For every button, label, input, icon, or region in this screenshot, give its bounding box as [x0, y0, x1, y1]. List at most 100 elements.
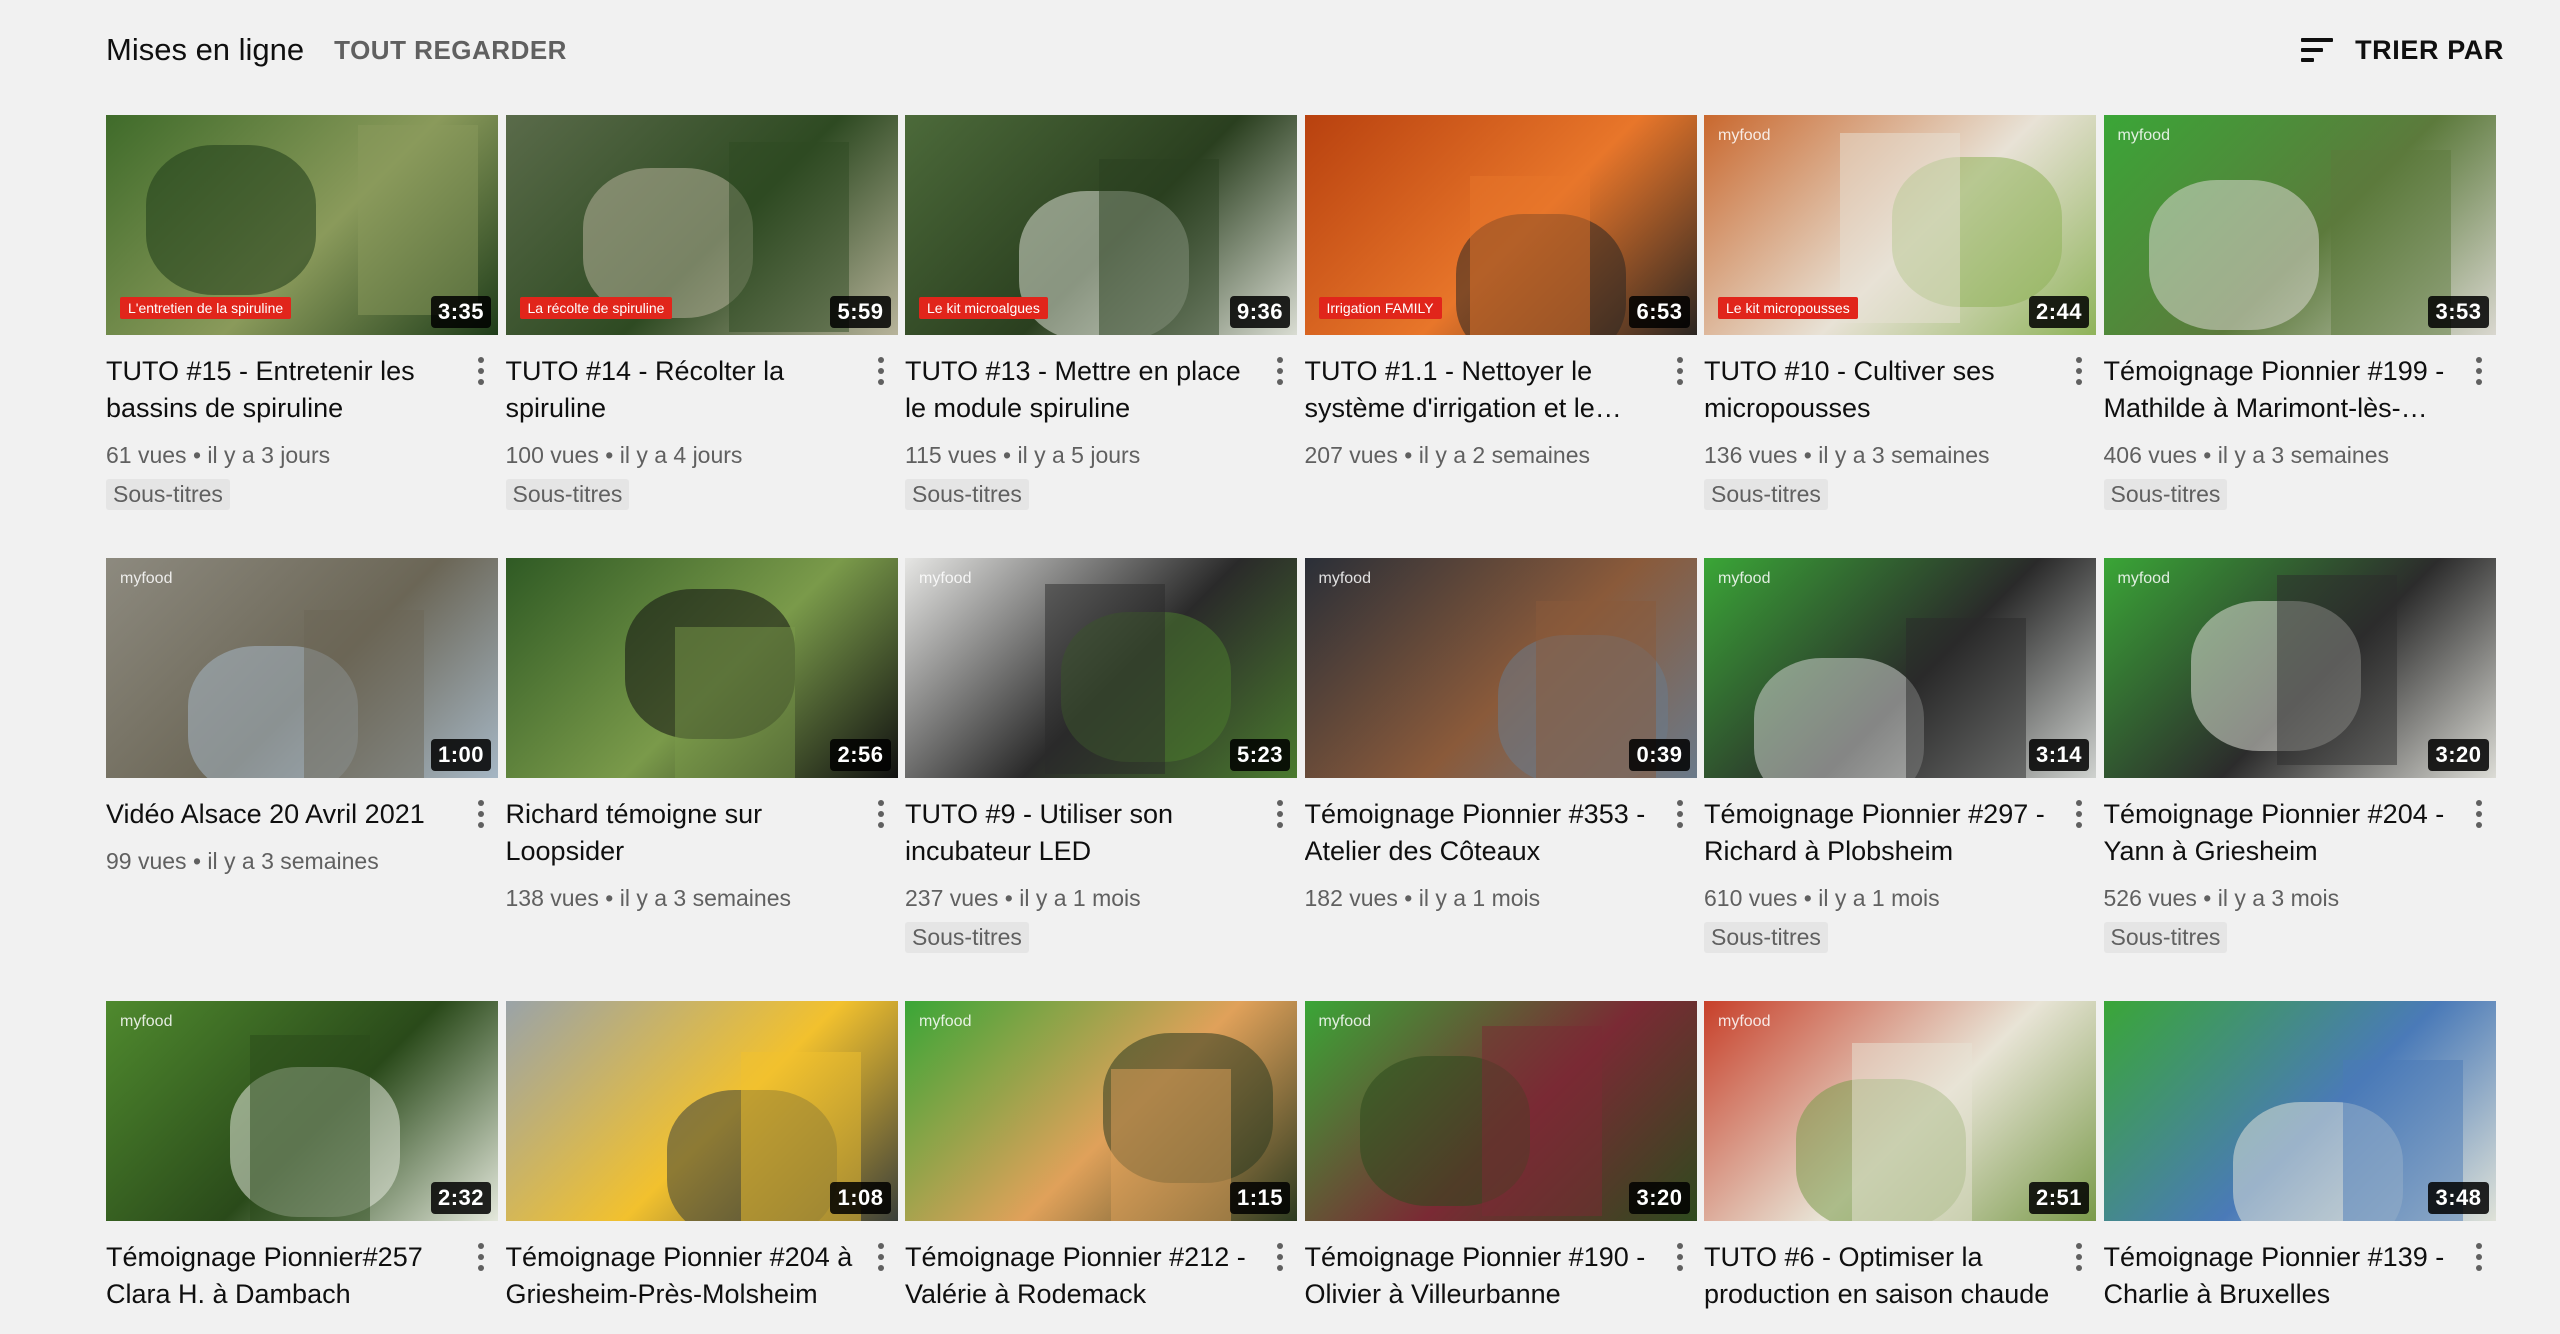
- more-options-icon[interactable]: [1277, 1243, 1283, 1271]
- video-title[interactable]: Vidéo Alsace 20 Avril 2021: [106, 796, 458, 833]
- more-options-icon[interactable]: [478, 800, 484, 828]
- stats-separator: •: [1397, 885, 1419, 911]
- view-count: 207 vues: [1304, 442, 1398, 468]
- video-card[interactable]: L'entretien de la spiruline 3:35 TUTO #1…: [106, 115, 498, 558]
- video-thumbnail[interactable]: myfood 1:15: [905, 1001, 1297, 1221]
- video-title[interactable]: Témoignage Pionnier #204 à Griesheim-Prè…: [506, 1239, 858, 1313]
- video-card[interactable]: myfood 2:51 TUTO #6 - Optimiser la produ…: [1704, 1001, 2096, 1309]
- video-thumbnail[interactable]: myfood Le kit micropousses 2:44: [1704, 115, 2096, 335]
- stats-separator: •: [186, 442, 208, 468]
- video-title[interactable]: Témoignage Pionnier #204 - Yann à Griesh…: [2104, 796, 2456, 870]
- video-card[interactable]: 2:56 Richard témoigne sur Loopsider 138 …: [505, 558, 898, 1001]
- video-meta: Témoignage Pionnier#257 Clara H. à Damba…: [106, 1239, 498, 1313]
- view-count: 138 vues: [505, 885, 599, 911]
- video-title[interactable]: TUTO #14 - Récolter la spiruline: [506, 353, 858, 427]
- thumbnail-image-detail: [1045, 584, 1165, 774]
- video-meta: Témoignage Pionnier #190 - Olivier à Vil…: [1305, 1239, 1697, 1313]
- more-options-icon[interactable]: [1676, 1243, 1683, 1271]
- video-thumbnail[interactable]: myfood 0:39: [1304, 558, 1697, 778]
- video-card[interactable]: myfood 1:00 Vidéo Alsace 20 Avril 2021 9…: [106, 558, 498, 1001]
- video-title[interactable]: Témoignage Pionnier #199 - Mathilde à Ma…: [2104, 353, 2456, 427]
- more-options-icon[interactable]: [2076, 357, 2082, 385]
- thumbnail-brand-logo: myfood: [2117, 127, 2170, 144]
- more-options-icon[interactable]: [1277, 357, 1283, 385]
- thumbnail-image-detail: [1099, 159, 1219, 335]
- video-card[interactable]: 3:48 Témoignage Pionnier #139 - Charlie …: [2103, 1001, 2496, 1309]
- more-options-icon[interactable]: [2076, 1243, 2082, 1271]
- stats-separator: •: [2196, 442, 2218, 468]
- more-options-icon[interactable]: [2475, 357, 2482, 385]
- video-card[interactable]: myfood 3:20 Témoignage Pionnier #190 - O…: [1304, 1001, 1697, 1309]
- video-card[interactable]: myfood 1:15 Témoignage Pionnier #212 - V…: [905, 1001, 1297, 1309]
- section-header: Mises en ligne TOUT REGARDER TRIER PAR: [106, 28, 2504, 72]
- sort-button[interactable]: TRIER PAR: [2297, 35, 2504, 66]
- more-options-icon[interactable]: [1277, 800, 1283, 828]
- video-card[interactable]: Irrigation FAMILY 6:53 TUTO #1.1 - Netto…: [1304, 115, 1697, 558]
- video-thumbnail[interactable]: myfood 2:51: [1704, 1001, 2096, 1221]
- subtitles-badge: Sous-titres: [1704, 922, 1828, 953]
- video-thumbnail[interactable]: myfood 5:23: [905, 558, 1297, 778]
- more-options-icon[interactable]: [2076, 800, 2082, 828]
- more-options-icon[interactable]: [877, 357, 884, 385]
- video-card[interactable]: myfood 3:14 Témoignage Pionnier #297 - R…: [1704, 558, 2096, 1001]
- video-card[interactable]: myfood 3:53 Témoignage Pionnier #199 - M…: [2103, 115, 2496, 558]
- video-thumbnail[interactable]: Irrigation FAMILY 6:53: [1304, 115, 1697, 335]
- more-options-icon[interactable]: [877, 800, 884, 828]
- video-title[interactable]: Richard témoigne sur Loopsider: [506, 796, 858, 870]
- video-title[interactable]: Témoignage Pionnier#257 Clara H. à Damba…: [106, 1239, 458, 1313]
- video-card[interactable]: myfood 0:39 Témoignage Pionnier #353 - A…: [1304, 558, 1697, 1001]
- video-thumbnail[interactable]: La récolte de spiruline 5:59: [505, 115, 898, 335]
- more-options-icon[interactable]: [1676, 800, 1683, 828]
- more-options-icon[interactable]: [2475, 1243, 2482, 1271]
- video-thumbnail[interactable]: myfood 3:20: [2103, 558, 2496, 778]
- video-thumbnail[interactable]: myfood 1:00: [106, 558, 498, 778]
- video-thumbnail[interactable]: Le kit microalgues 9:36: [905, 115, 1297, 335]
- video-title[interactable]: TUTO #6 - Optimiser la production en sai…: [1704, 1239, 2056, 1313]
- video-title[interactable]: Témoignage Pionnier #139 - Charlie à Bru…: [2104, 1239, 2456, 1313]
- more-options-icon[interactable]: [478, 357, 484, 385]
- video-card[interactable]: myfood 2:32 Témoignage Pionnier#257 Clar…: [106, 1001, 498, 1309]
- video-title[interactable]: Témoignage Pionnier #190 - Olivier à Vil…: [1305, 1239, 1657, 1313]
- video-meta: Témoignage Pionnier #199 - Mathilde à Ma…: [2103, 353, 2496, 510]
- video-title[interactable]: TUTO #10 - Cultiver ses micropousses: [1704, 353, 2056, 427]
- view-count: 99 vues: [106, 848, 187, 874]
- thumbnail-brand-logo: myfood: [919, 1013, 972, 1030]
- view-all-button[interactable]: TOUT REGARDER: [334, 35, 567, 66]
- subtitles-badge: Sous-titres: [905, 922, 1029, 953]
- video-meta: TUTO #10 - Cultiver ses micropousses 136…: [1704, 353, 2096, 510]
- video-card[interactable]: myfood Le kit micropousses 2:44 TUTO #10…: [1704, 115, 2096, 558]
- video-duration: 3:53: [2428, 296, 2489, 328]
- video-card[interactable]: myfood 5:23 TUTO #9 - Utiliser son incub…: [905, 558, 1297, 1001]
- video-card[interactable]: 1:08 Témoignage Pionnier #204 à Grieshei…: [505, 1001, 898, 1309]
- video-title[interactable]: TUTO #9 - Utiliser son incubateur LED: [905, 796, 1257, 870]
- video-thumbnail[interactable]: 2:56: [505, 558, 898, 778]
- upload-age: il y a 3 semaines: [1818, 442, 1990, 468]
- more-options-icon[interactable]: [877, 1243, 884, 1271]
- more-options-icon[interactable]: [478, 1243, 484, 1271]
- video-title[interactable]: TUTO #1.1 - Nettoyer le système d'irriga…: [1305, 353, 1657, 427]
- video-card[interactable]: La récolte de spiruline 5:59 TUTO #14 - …: [505, 115, 898, 558]
- video-duration: 2:44: [2028, 296, 2089, 328]
- thumbnail-tag: Le kit micropousses: [1718, 297, 1858, 319]
- video-title[interactable]: Témoignage Pionnier #353 - Atelier des C…: [1305, 796, 1657, 870]
- stats-separator: •: [186, 848, 208, 874]
- video-thumbnail[interactable]: myfood 3:53: [2103, 115, 2496, 335]
- video-thumbnail[interactable]: L'entretien de la spiruline 3:35: [106, 115, 498, 335]
- video-thumbnail[interactable]: myfood 2:32: [106, 1001, 498, 1221]
- subtitles-badge: Sous-titres: [905, 479, 1029, 510]
- video-card[interactable]: myfood 3:20 Témoignage Pionnier #204 - Y…: [2103, 558, 2496, 1001]
- video-card[interactable]: Le kit microalgues 9:36 TUTO #13 - Mettr…: [905, 115, 1297, 558]
- upload-age: il y a 1 mois: [1418, 885, 1541, 911]
- more-options-icon[interactable]: [1676, 357, 1683, 385]
- video-title[interactable]: TUTO #15 - Entretenir les bassins de spi…: [106, 353, 458, 427]
- video-thumbnail[interactable]: 1:08: [505, 1001, 898, 1221]
- thumbnail-image-detail: [1852, 1043, 1972, 1221]
- video-title[interactable]: TUTO #13 - Mettre en place le module spi…: [905, 353, 1257, 427]
- video-title[interactable]: Témoignage Pionnier #212 - Valérie à Rod…: [905, 1239, 1257, 1313]
- video-thumbnail[interactable]: myfood 3:20: [1304, 1001, 1697, 1221]
- more-options-icon[interactable]: [2475, 800, 2482, 828]
- video-thumbnail[interactable]: 3:48: [2103, 1001, 2496, 1221]
- video-stats: 237 vues • il y a 1 mois: [905, 882, 1257, 914]
- video-thumbnail[interactable]: myfood 3:14: [1704, 558, 2096, 778]
- video-title[interactable]: Témoignage Pionnier #297 - Richard à Plo…: [1704, 796, 2056, 870]
